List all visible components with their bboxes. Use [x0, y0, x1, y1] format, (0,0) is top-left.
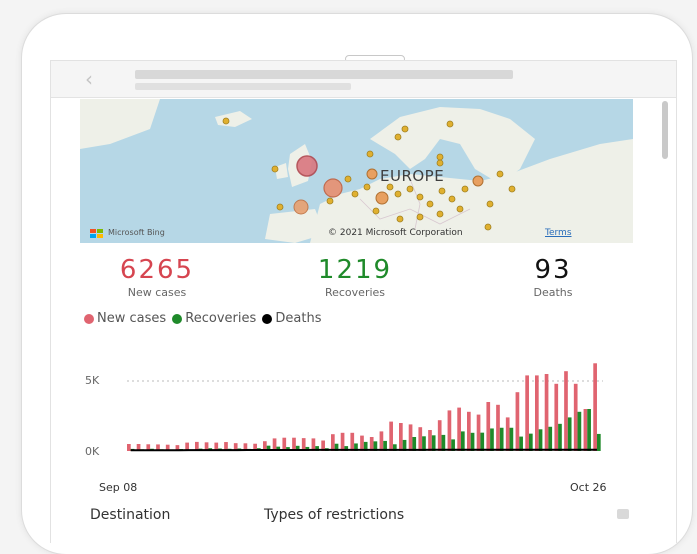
legend-new-cases[interactable]: New cases	[84, 311, 166, 326]
bar-recoveries	[490, 428, 494, 451]
bar-new-cases	[583, 409, 588, 451]
bar-recoveries	[480, 432, 485, 451]
line-deaths	[130, 448, 597, 452]
legend-new-cases-label: New cases	[97, 311, 167, 326]
scrollbar-track[interactable]	[660, 99, 668, 543]
back-arrow-icon[interactable]: ‹	[85, 69, 93, 89]
legend-deaths-label: Deaths	[275, 311, 322, 326]
bar-new-cases	[437, 420, 442, 451]
terms-link[interactable]: Terms	[545, 228, 572, 238]
bar-new-cases	[127, 444, 131, 451]
bar-new-cases	[564, 371, 568, 451]
bar-recoveries	[567, 417, 572, 451]
map-region-label: EUROPE	[380, 167, 445, 185]
legend-deaths-dot	[262, 313, 273, 324]
bar-new-cases	[399, 423, 403, 451]
bar-new-cases	[447, 410, 452, 451]
title-placeholder	[135, 70, 513, 79]
bar-new-cases	[554, 383, 559, 451]
cases-chart[interactable]: 5K 0K Sep 08 Oct 26	[51, 335, 651, 520]
bar-recoveries	[431, 435, 436, 451]
kpi-new-cases-label: New cases	[127, 286, 187, 299]
bar-new-cases	[515, 392, 520, 451]
scrollbar-thumb[interactable]	[662, 101, 668, 159]
chart-legend: New cases Recoveries Deaths	[84, 311, 324, 328]
table-scroll-up-button[interactable]	[617, 509, 629, 519]
bar-recoveries	[538, 429, 543, 451]
kpi-new-cases: 6265 New cases	[87, 255, 227, 299]
legend-deaths[interactable]: Deaths	[262, 311, 322, 326]
x-label-end: Oct 26	[570, 481, 607, 494]
bar-recoveries	[577, 411, 582, 451]
kpi-new-cases-value: 6265	[119, 255, 195, 285]
address-bar: ‹	[51, 61, 676, 98]
bar-new-cases	[535, 375, 539, 451]
bar-new-cases	[350, 432, 355, 451]
legend-recoveries-label: Recoveries	[185, 311, 257, 326]
bar-new-cases	[486, 402, 491, 451]
bar-recoveries	[587, 409, 591, 451]
report-content: EUROPE Microsoft Bing © 2021 Microsoft C…	[51, 97, 676, 543]
bar-recoveries	[596, 433, 601, 451]
kpi-deaths-value: 93	[534, 255, 572, 285]
bar-new-cases	[505, 417, 510, 451]
kpi-recoveries-label: Recoveries	[324, 286, 386, 299]
bar-new-cases	[573, 383, 578, 451]
bar-new-cases	[496, 404, 500, 451]
bar-new-cases	[457, 407, 461, 451]
kpi-recoveries-value: 1219	[317, 255, 393, 285]
bing-attribution: Microsoft Bing	[108, 228, 165, 237]
bar-new-cases	[379, 431, 384, 451]
bar-new-cases	[331, 434, 335, 451]
map-copyright: © 2021 Microsoft Corporation	[328, 228, 463, 238]
covid-map[interactable]: EUROPE Microsoft Bing © 2021 Microsoft C…	[80, 99, 633, 243]
legend-recoveries-dot	[172, 313, 183, 324]
bar-recoveries	[528, 433, 533, 451]
kpi-deaths: 93 Deaths	[483, 255, 623, 299]
bar-recoveries	[548, 426, 553, 451]
bar-recoveries	[441, 434, 446, 451]
kpi-deaths-label: Deaths	[533, 286, 573, 299]
bar-recoveries	[558, 423, 562, 451]
bar-new-cases	[476, 414, 481, 451]
column-destination[interactable]: Destination	[90, 507, 170, 523]
column-restriction-types[interactable]: Types of restrictions	[264, 507, 404, 523]
bar-recoveries	[422, 436, 426, 451]
x-label-start: Sep 08	[99, 481, 138, 494]
bar-new-cases	[428, 430, 432, 451]
subtitle-placeholder	[135, 83, 351, 90]
app-screen: ‹ EUROPE Microsoft Bing © 2021 Microsoft…	[50, 60, 677, 543]
kpi-recoveries: 1219 Recoveries	[285, 255, 425, 299]
bar-new-cases	[593, 363, 597, 451]
bar-recoveries	[499, 427, 504, 451]
bar-new-cases	[418, 427, 423, 451]
bar-new-cases	[408, 424, 413, 451]
bar-recoveries	[460, 431, 465, 451]
bar-recoveries	[470, 432, 475, 451]
legend-new-cases-dot	[84, 313, 94, 324]
bar-new-cases	[340, 432, 345, 451]
bar-new-cases	[389, 421, 393, 451]
legend-recoveries[interactable]: Recoveries	[172, 311, 256, 326]
map-svg	[80, 99, 633, 243]
bar-new-cases	[360, 435, 364, 451]
bar-new-cases	[544, 374, 549, 451]
bar-plot	[127, 363, 603, 452]
bar-new-cases	[467, 411, 471, 451]
microsoft-logo-icon	[90, 229, 103, 238]
bar-recoveries	[509, 427, 514, 451]
bar-new-cases	[525, 375, 529, 451]
